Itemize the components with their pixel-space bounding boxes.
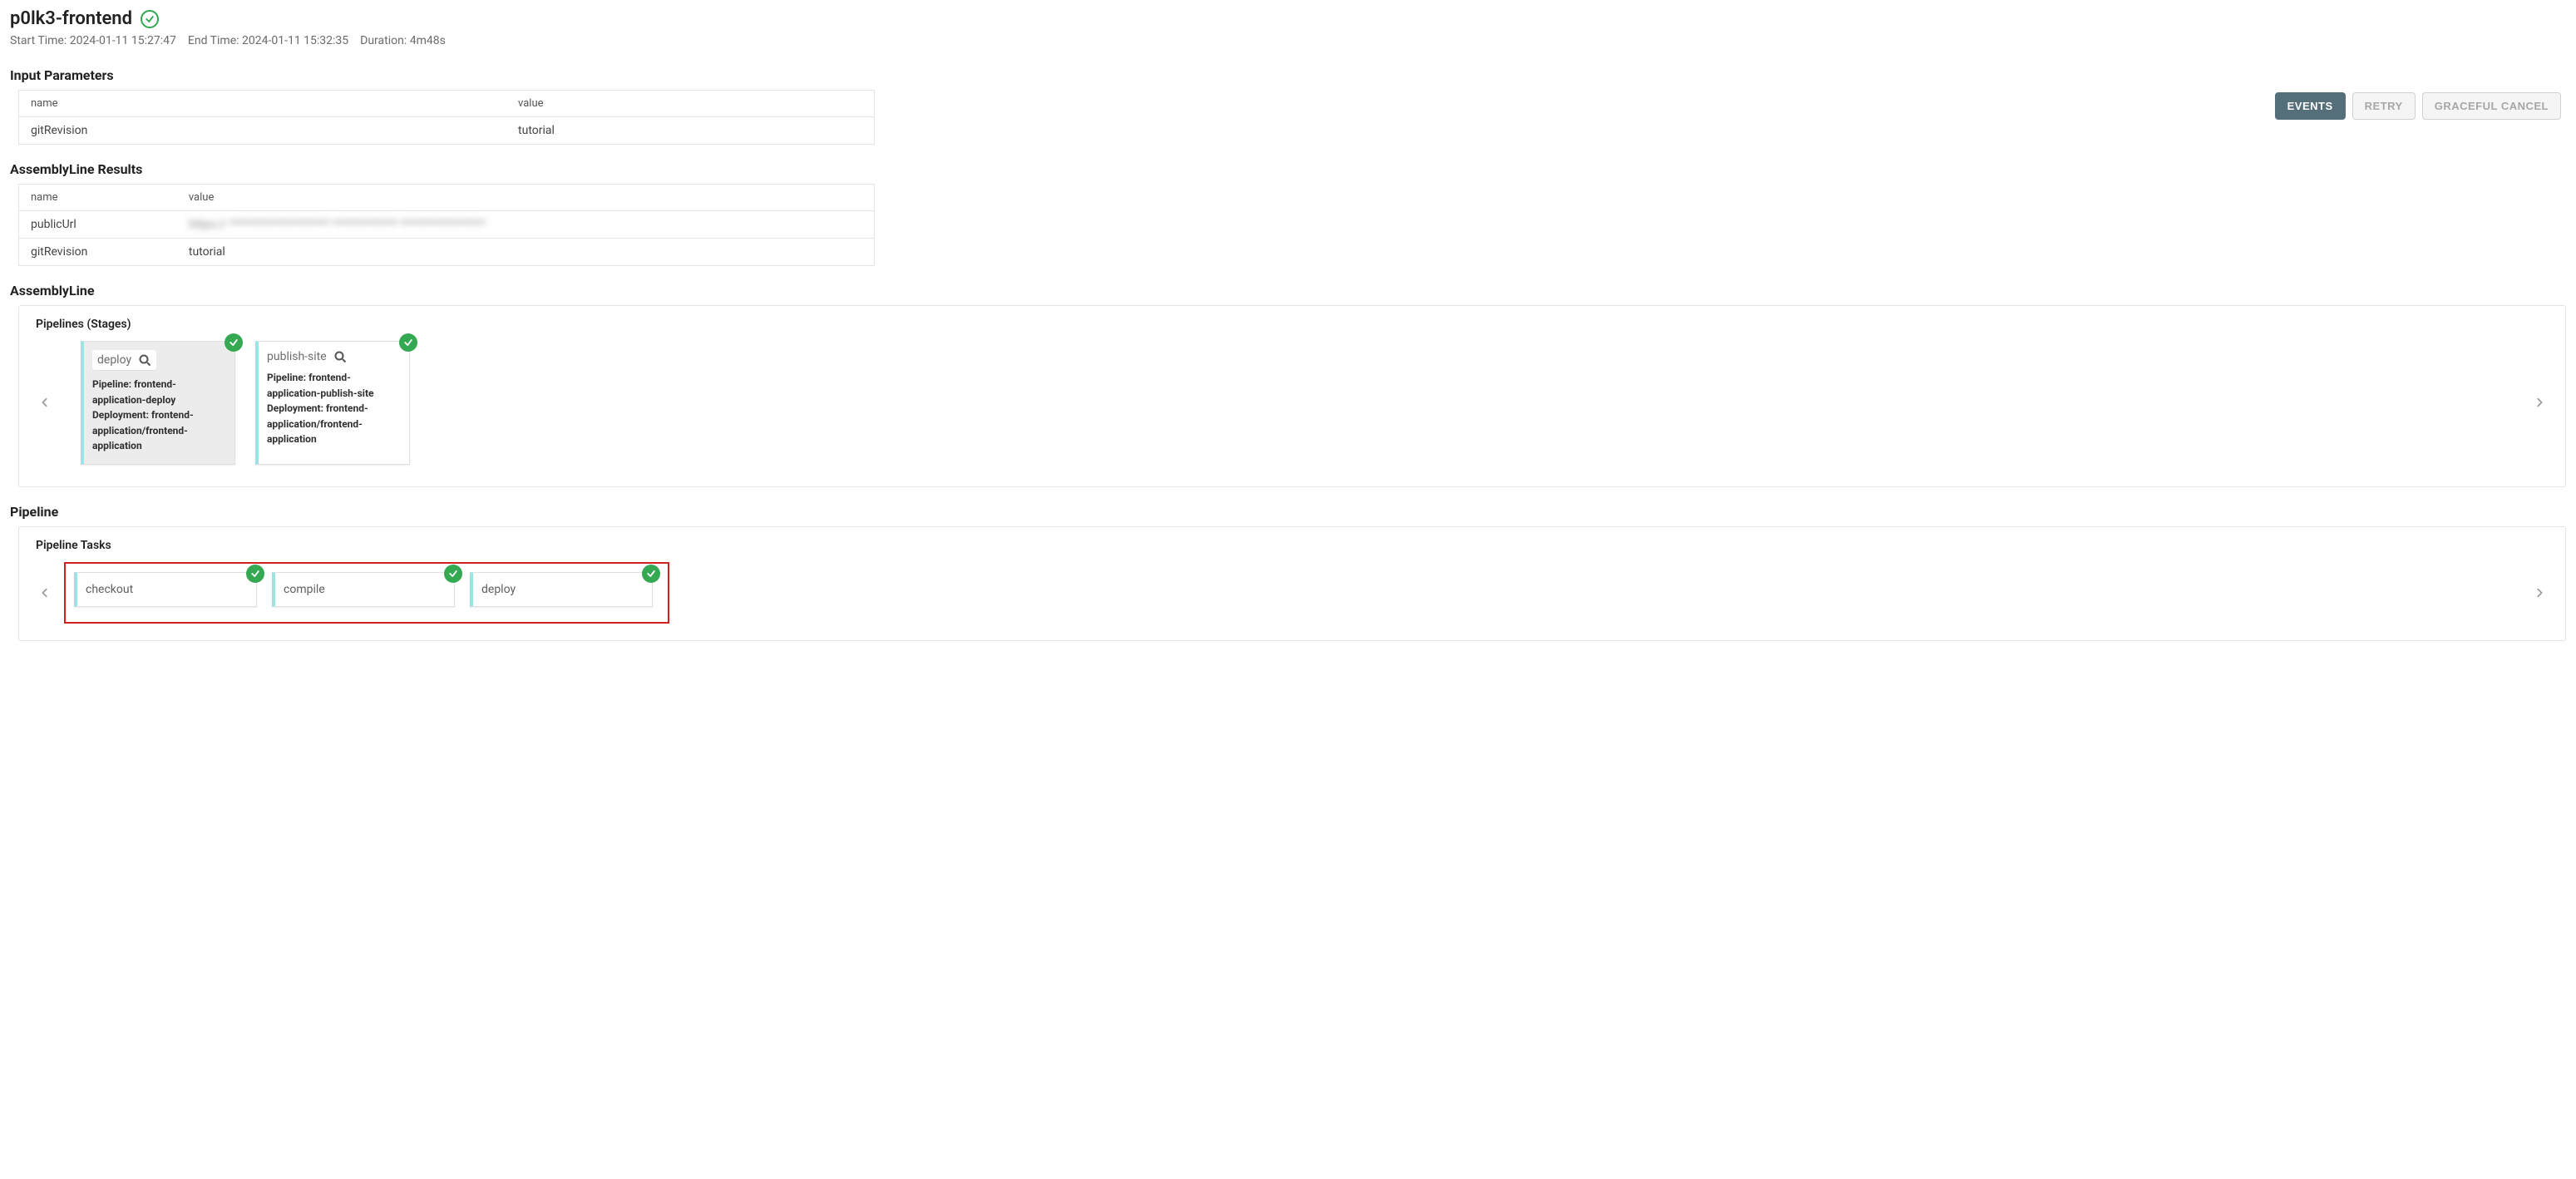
results-section: AssemblyLine Results name value publicUr… [10,161,866,266]
chevron-left-icon[interactable] [36,393,54,412]
deployment-label: Deployment: [92,409,149,421]
task-card-deploy[interactable]: deploy [470,572,653,607]
task-card-compile[interactable]: compile [272,572,455,607]
pipeline-title: Pipeline [10,504,2566,520]
result-name: gitRevision [19,239,177,266]
pipelines-panel-label: Pipelines (Stages) [36,318,2549,331]
col-header-value: value [506,91,874,117]
check-circle-icon [444,565,462,583]
stage-name: deploy [97,353,131,367]
page-title: p0lk3-frontend [10,8,132,29]
stage-card-deploy[interactable]: deploy Pipeline: frontend-application-de… [81,341,235,465]
table-row: gitRevision tutorial [19,117,875,145]
pipeline-tasks-label: Pipeline Tasks [36,539,2549,552]
start-time-value: 2024-01-11 15:27:47 [70,34,176,47]
chevron-left-icon[interactable] [36,584,54,602]
graceful-cancel-button: GRACEFUL CANCEL [2422,92,2561,120]
param-value: tutorial [506,117,874,145]
task-name: deploy [481,583,516,596]
duration-label: Duration: [360,34,407,47]
task-name: checkout [86,583,133,596]
assemblyline-section: AssemblyLine Pipelines (Stages) deploy [10,283,2566,487]
magnifier-icon[interactable] [138,353,151,367]
assemblyline-title: AssemblyLine [10,283,2566,298]
task-name: compile [284,583,325,596]
end-time-value: 2024-01-11 15:32:35 [242,34,348,47]
task-card-checkout[interactable]: checkout [74,572,257,607]
start-time-label: Start Time: [10,34,67,47]
param-name: gitRevision [19,117,507,145]
pipeline-tasks-panel: Pipeline Tasks checkout [18,526,2566,641]
stage-card-publish-site[interactable]: publish-site Pipeline: frontend-applicat… [255,341,410,465]
end-time-label: End Time: [188,34,239,47]
deployment-label: Deployment: [267,402,323,414]
pipeline-label: Pipeline: [267,372,306,383]
input-parameters-section: Input Parameters name value gitRevision … [10,67,866,145]
pipeline-label: Pipeline: [92,378,131,390]
check-circle-icon [399,333,417,352]
pipeline-section: Pipeline Pipeline Tasks checkout [10,504,2566,641]
col-header-value: value [177,185,875,211]
run-metadata: Start Time: 2024-01-11 15:27:47 End Time… [10,34,2566,47]
chevron-right-icon[interactable] [2530,393,2549,412]
input-parameters-table: name value gitRevision tutorial [18,90,875,145]
chevron-right-icon[interactable] [2530,584,2549,602]
pipelines-panel: Pipelines (Stages) deploy P [18,305,2566,487]
result-value: tutorial [177,239,875,266]
results-table: name value publicUrl https:// **********… [18,184,875,266]
table-row: publicUrl https:// ******************** … [19,211,875,239]
magnifier-icon[interactable] [333,350,347,363]
status-success-icon [141,10,159,28]
retry-button: RETRY [2352,92,2416,120]
check-circle-icon [642,565,660,583]
result-value: https:// ******************** **********… [177,211,875,239]
col-header-name: name [19,185,177,211]
results-title: AssemblyLine Results [10,161,866,177]
check-circle-icon [225,333,243,352]
events-button[interactable]: EVENTS [2275,92,2346,120]
stage-name: publish-site [267,350,327,363]
action-buttons: EVENTS RETRY GRACEFUL CANCEL [2275,67,2566,120]
check-circle-icon [246,565,264,583]
table-row: gitRevision tutorial [19,239,875,266]
input-parameters-title: Input Parameters [10,67,866,83]
page-header: p0lk3-frontend [10,8,2566,29]
result-name: publicUrl [19,211,177,239]
tasks-highlight-box: checkout compile [64,562,669,624]
col-header-name: name [19,91,507,117]
duration-value: 4m48s [410,34,446,47]
